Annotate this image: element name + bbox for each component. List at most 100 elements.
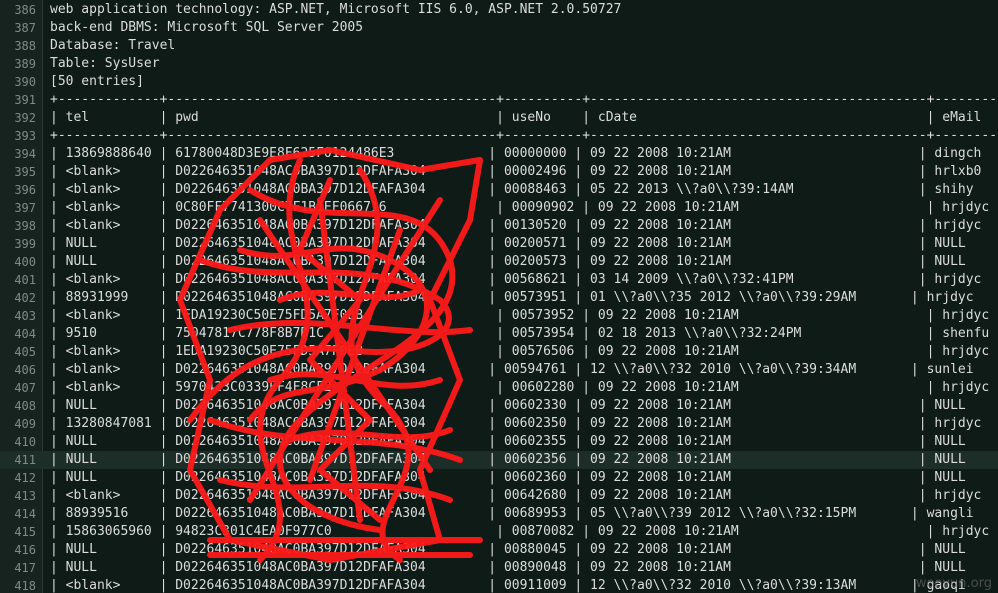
line-text[interactable]: | <blank> | D022646351048AC0BA397D12DFAF…	[50, 361, 974, 379]
editor-line[interactable]: 408 | NULL | D022646351048AC0BA397D12DFAF…	[0, 397, 998, 415]
editor-line[interactable]: 391 +-------------+----------------------…	[0, 91, 998, 109]
editor-line[interactable]: 413 | <blank> | D022646351048AC0BA397D12D…	[0, 487, 998, 505]
line-number: 393	[14, 129, 36, 143]
line-number: 401	[14, 273, 36, 287]
watermark-text: wooyun.org	[915, 576, 992, 591]
line-number: 394	[14, 147, 36, 161]
line-number: 388	[14, 39, 36, 53]
line-number: 400	[14, 255, 36, 269]
editor-line[interactable]: 416 | NULL | D022646351048AC0BA397D12DFAF…	[0, 541, 998, 559]
line-text[interactable]: | <blank> | D022646351048AC0BA397D12DFAF…	[50, 181, 974, 199]
line-number: 395	[14, 165, 36, 179]
editor-line[interactable]: 409 | 13280847081 | D022646351048AC0BA397…	[0, 415, 998, 433]
line-text[interactable]: back-end DBMS: Microsoft SQL Server 2005	[50, 19, 363, 37]
editor-line[interactable]: 405 | <blank> | 1EDA19230C50E75FD5A7F0EB …	[0, 343, 998, 361]
line-text[interactable]: web application technology: ASP.NET, Mic…	[50, 1, 621, 19]
line-text[interactable]: Table: SysUser	[50, 55, 160, 73]
line-text[interactable]: | <blank> | 5970423C0339EF4F8CF2 | 00602…	[50, 379, 989, 397]
editor-line[interactable]: 398 | <blank> | D022646351048AC0BA397D12D…	[0, 217, 998, 235]
editor-line[interactable]: 402 | 88931999 | D022646351048AC0BA397D12…	[0, 289, 998, 307]
editor-content[interactable]: 386 web application technology: ASP.NET, …	[0, 1, 998, 593]
line-text[interactable]: [50 entries]	[50, 73, 144, 91]
line-text[interactable]: | NULL | D022646351048AC0BA397D12DFAFA30…	[50, 433, 966, 451]
editor-line[interactable]: 412 | NULL | D022646351048AC0BA397D12DFAF…	[0, 469, 998, 487]
line-text[interactable]: | <blank> | 1EDA19230C50E75FD5A7F0EB | 0…	[50, 307, 989, 325]
line-number: 407	[14, 381, 36, 395]
line-text[interactable]: | 15863065960 | 94823C301C4EA0F977C0 | 0…	[50, 523, 989, 541]
editor-line[interactable]: 393 +-------------+----------------------…	[0, 127, 998, 145]
line-text[interactable]: Database: Travel	[50, 37, 175, 55]
editor-line[interactable]: 401 | <blank> | D022646351048AC0BA397D12D…	[0, 271, 998, 289]
line-text[interactable]: | 13280847081 | D022646351048AC0BA397D12…	[50, 415, 981, 433]
line-number: 404	[14, 327, 36, 341]
editor-line[interactable]: 397 | <blank> | 0C80FF7741300C7F1B1EF0667…	[0, 199, 998, 217]
line-number: 396	[14, 183, 36, 197]
line-text[interactable]: | tel | pwd | useNo | cDate | eMail	[50, 109, 981, 127]
line-text[interactable]: +-------------+-------------------------…	[50, 127, 998, 145]
editor-line[interactable]: 415 | 15863065960 | 94823C301C4EA0F977C0 …	[0, 523, 998, 541]
line-text[interactable]: | NULL | D022646351048AC0BA397D12DFAFA30…	[50, 253, 966, 271]
line-number: 406	[14, 363, 36, 377]
editor-line[interactable]: 388 Database: Travel	[0, 37, 998, 55]
line-number: 413	[14, 489, 36, 503]
line-text[interactable]: | NULL | D022646351048AC0BA397D12DFAFA30…	[50, 397, 966, 415]
line-number: 409	[14, 417, 36, 431]
editor-line[interactable]: 395 | <blank> | D022646351048AC0BA397D12D…	[0, 163, 998, 181]
line-number: 417	[14, 561, 36, 575]
line-number: 386	[14, 3, 36, 17]
editor-line[interactable]: 386 web application technology: ASP.NET, …	[0, 1, 998, 19]
line-number: 399	[14, 237, 36, 251]
line-text[interactable]: | <blank> | D022646351048AC0BA397D12DFAF…	[50, 487, 981, 505]
editor-line[interactable]: 390 [50 entries]	[0, 73, 998, 91]
line-number: 416	[14, 543, 36, 557]
editor-line[interactable]: 410 | NULL | D022646351048AC0BA397D12DFAF…	[0, 433, 998, 451]
line-text[interactable]: | NULL | D022646351048AC0BA397D12DFAFA30…	[50, 451, 966, 469]
editor-line[interactable]: 414 | 88939516 | D022646351048AC0BA397D12…	[0, 505, 998, 523]
editor-line[interactable]: 389 Table: SysUser	[0, 55, 998, 73]
line-number: 392	[14, 111, 36, 125]
line-number: 403	[14, 309, 36, 323]
editor-line[interactable]: 404 | 9510 | 75047817C778F8B7D1C | 005739…	[0, 325, 998, 343]
line-number: 397	[14, 201, 36, 215]
line-number: 389	[14, 57, 36, 71]
editor-line[interactable]: 418 | <blank> | D022646351048AC0BA397D12D…	[0, 577, 998, 593]
line-text[interactable]: | NULL | D022646351048AC0BA397D12DFAFA30…	[50, 469, 966, 487]
editor-line[interactable]: 392 | tel | pwd | useNo | cDate | eMail	[0, 109, 998, 127]
line-number: 412	[14, 471, 36, 485]
line-text[interactable]: | <blank> | D022646351048AC0BA397D12DFAF…	[50, 217, 981, 235]
editor-line[interactable]: 411 | NULL | D022646351048AC0BA397D12DFAF…	[0, 451, 998, 469]
line-text[interactable]: | 88931999 | D022646351048AC0BA397D12DFA…	[50, 289, 974, 307]
editor-line[interactable]: 387 back-end DBMS: Microsoft SQL Server 2…	[0, 19, 998, 37]
line-text[interactable]: | NULL | D022646351048AC0BA397D12DFAFA30…	[50, 541, 966, 559]
line-number: 391	[14, 93, 36, 107]
line-number: 405	[14, 345, 36, 359]
line-number: 398	[14, 219, 36, 233]
editor-line[interactable]: 403 | <blank> | 1EDA19230C50E75FD5A7F0EB …	[0, 307, 998, 325]
line-text[interactable]: | <blank> | 1EDA19230C50E75FD5A7F0EB | 0…	[50, 343, 989, 361]
line-text[interactable]: | NULL | D022646351048AC0BA397D12DFAFA30…	[50, 235, 966, 253]
line-text[interactable]: | 88939516 | D022646351048AC0BA397D12DFA…	[50, 505, 974, 523]
editor-line[interactable]: 407 | <blank> | 5970423C0339EF4F8CF2 | 00…	[0, 379, 998, 397]
editor-line[interactable]: 396 | <blank> | D022646351048AC0BA397D12D…	[0, 181, 998, 199]
line-number: 410	[14, 435, 36, 449]
line-number: 390	[14, 75, 36, 89]
line-number: 414	[14, 507, 36, 521]
line-number: 387	[14, 21, 36, 35]
line-number: 411	[14, 453, 36, 467]
line-number: 415	[14, 525, 36, 539]
text-editor[interactable]: 386 web application technology: ASP.NET, …	[0, 0, 998, 593]
line-text[interactable]: | NULL | D022646351048AC0BA397D12DFAFA30…	[50, 559, 966, 577]
line-text[interactable]: | 13869888640 | 61780048D3E9E8F625F01244…	[50, 145, 981, 163]
editor-line[interactable]: 417 | NULL | D022646351048AC0BA397D12DFAF…	[0, 559, 998, 577]
line-text[interactable]: | <blank> | D022646351048AC0BA397D12DFAF…	[50, 163, 981, 181]
line-text[interactable]: | 9510 | 75047817C778F8B7D1C | 00573954 …	[50, 325, 989, 343]
line-number: 402	[14, 291, 36, 305]
line-text[interactable]: | <blank> | D022646351048AC0BA397D12DFAF…	[50, 577, 966, 593]
editor-line[interactable]: 399 | NULL | D022646351048AC0BA397D12DFAF…	[0, 235, 998, 253]
line-text[interactable]: | <blank> | D022646351048AC0BA397D12DFAF…	[50, 271, 981, 289]
line-text[interactable]: | <blank> | 0C80FF7741300C7F1B1EF066716 …	[50, 199, 989, 217]
line-text[interactable]: +-------------+-------------------------…	[50, 91, 998, 109]
editor-line[interactable]: 406 | <blank> | D022646351048AC0BA397D12D…	[0, 361, 998, 379]
editor-line[interactable]: 394 | 13869888640 | 61780048D3E9E8F625F01…	[0, 145, 998, 163]
editor-line[interactable]: 400 | NULL | D022646351048AC0BA397D12DFAF…	[0, 253, 998, 271]
